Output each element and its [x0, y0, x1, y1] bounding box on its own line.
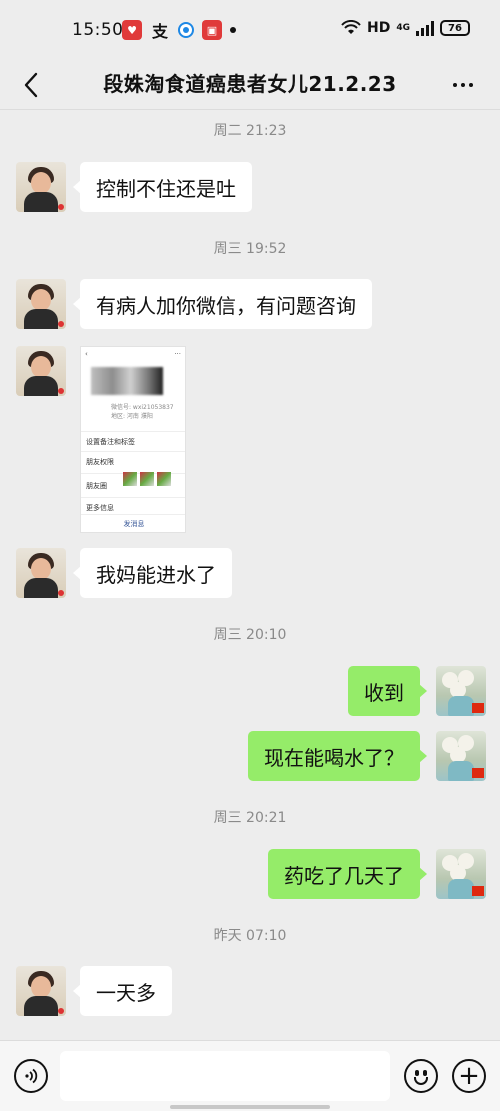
- message-bubble-incoming[interactable]: 一天多: [73, 966, 172, 1016]
- timestamp: 周二 21:23: [213, 123, 287, 139]
- emoji-icon: [415, 1070, 419, 1076]
- screenshot-back-icon: ‹: [85, 350, 88, 358]
- signal-icon: [416, 20, 434, 36]
- contact-avatar[interactable]: [16, 966, 66, 1016]
- my-avatar[interactable]: [436, 731, 486, 781]
- chat-header: 段姝淘食道癌患者女儿21.2.23: [0, 60, 500, 110]
- voice-button[interactable]: [14, 1059, 48, 1093]
- timestamp: 周三 20:10: [213, 627, 287, 643]
- battery-icon: 76: [440, 20, 470, 36]
- heart-app-icon: ♥: [122, 20, 142, 40]
- wifi-icon: [341, 20, 361, 34]
- screenshot-more-icon: ···: [174, 350, 181, 358]
- message-bubble-incoming[interactable]: 有病人加你微信，有问题咨询: [73, 279, 372, 329]
- screenshot-region: 地区: 河南 濮阳: [111, 413, 153, 420]
- message-bubble-outgoing[interactable]: 收到: [348, 666, 427, 716]
- contact-avatar[interactable]: [16, 162, 66, 212]
- plus-button[interactable]: +: [452, 1059, 486, 1093]
- screenshot-info: 微信号: wxi21053837 地区: 河南 濮阳: [111, 403, 174, 421]
- timestamp: 周三 20:21: [213, 810, 287, 826]
- plus-icon: +: [458, 1061, 480, 1091]
- voice-icon: [25, 1068, 38, 1084]
- contact-avatar[interactable]: [16, 279, 66, 329]
- status-time: 15:50: [72, 20, 124, 40]
- chat-title: 段姝淘食道癌患者女儿21.2.23: [103, 72, 397, 96]
- screenshot-send-message: 发消息: [81, 514, 185, 532]
- more-button[interactable]: [446, 72, 480, 98]
- message-bubble-outgoing[interactable]: 药吃了几天了: [268, 849, 427, 899]
- screenshot-id: 微信号: wxi21053837: [111, 404, 174, 411]
- emoji-button[interactable]: [404, 1059, 438, 1093]
- circle-app-icon: [178, 22, 194, 38]
- message-bubble-incoming[interactable]: 控制不住还是吐: [73, 162, 252, 212]
- message-bubble-outgoing[interactable]: 现在能喝水了？: [248, 731, 427, 781]
- contact-avatar[interactable]: [16, 346, 66, 396]
- red-app-icon: ▣: [202, 20, 222, 40]
- screenshot-row: 朋友权限: [81, 451, 185, 471]
- cellular-label: 4G: [396, 23, 410, 33]
- notification-dot-icon: [230, 27, 236, 33]
- screenshot-row: 设置备注和标签: [81, 431, 185, 451]
- status-app-icons: ♥ 支 ▣: [122, 20, 236, 41]
- contact-avatar[interactable]: [16, 548, 66, 598]
- home-indicator[interactable]: [170, 1105, 330, 1109]
- status-bar: 15:50 ♥ 支 ▣ HD 4G 76: [0, 0, 500, 60]
- screenshot-moment-thumbs: [123, 472, 171, 486]
- image-message-profile-screenshot[interactable]: ‹ ··· 微信号: wxi21053837 地区: 河南 濮阳 设置备注和标签 …: [80, 346, 186, 533]
- zhi-app-icon: 支: [151, 22, 168, 41]
- blurred-name: [91, 367, 163, 395]
- message-bubble-incoming[interactable]: 我妈能进水了: [73, 548, 232, 598]
- my-avatar[interactable]: [436, 666, 486, 716]
- status-right: HD 4G 76: [341, 20, 470, 36]
- more-dots-icon: [453, 83, 457, 87]
- chat-history[interactable]: 周二 21:23 控制不住还是吐 周三 19:52 有病人加你微信，有问题咨询 …: [0, 110, 500, 1040]
- timestamp: 昨天 07:10: [213, 928, 287, 944]
- input-bar: +: [0, 1040, 500, 1111]
- network-label: HD: [367, 20, 391, 36]
- my-avatar[interactable]: [436, 849, 486, 899]
- timestamp: 周三 19:52: [213, 241, 287, 257]
- message-input[interactable]: [60, 1051, 390, 1101]
